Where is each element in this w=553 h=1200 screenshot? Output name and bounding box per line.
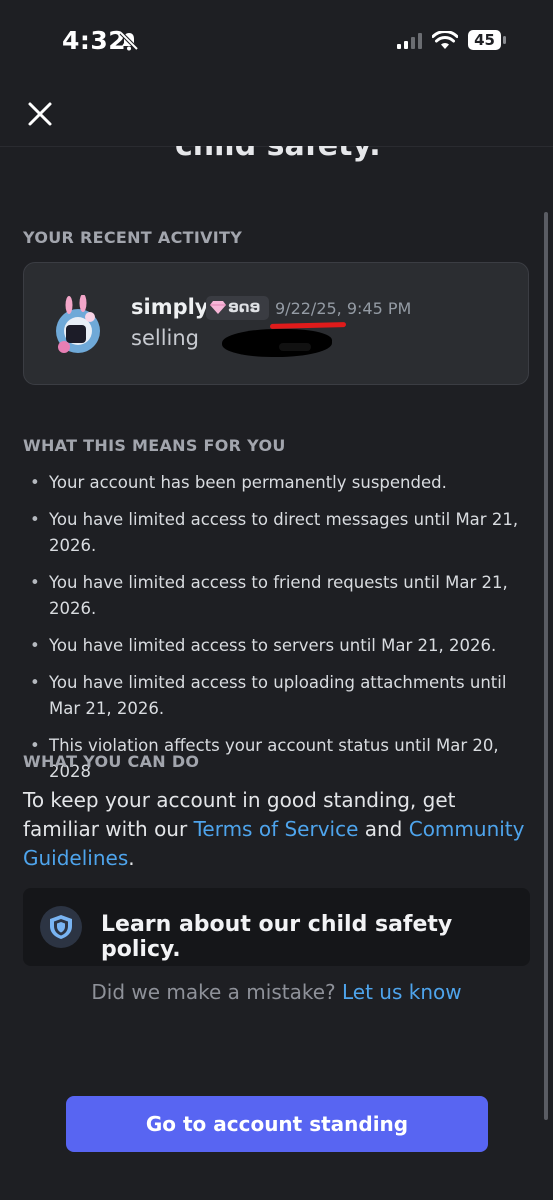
red-underline-mark: [269, 322, 347, 329]
status-time: 4:32: [62, 26, 127, 55]
wifi-icon: [432, 31, 458, 49]
activity-timestamp: 9/22/25, 9:45 PM: [275, 299, 412, 318]
battery-icon: 45: [468, 30, 508, 54]
go-to-account-standing-button[interactable]: Go to account standing: [66, 1096, 488, 1152]
recent-activity-label: YOUR RECENT ACTIVITY: [23, 228, 243, 247]
policy-card-text: Learn about our child safety policy.: [101, 912, 453, 962]
activity-message: selling: [131, 326, 200, 350]
activity-card: simply ອດອ 9/22/25, 9:45 PM selling: [23, 262, 529, 385]
consequence-list: Your account has been permanently suspen…: [23, 470, 538, 796]
server-tag[interactable]: ອດອ: [206, 296, 269, 320]
status-bar: 4:32 45: [0, 0, 553, 80]
list-item: Your account has been permanently suspen…: [23, 470, 538, 496]
bell-slash-icon: [119, 31, 139, 51]
activity-username[interactable]: simply: [131, 295, 209, 319]
list-item: You have limited access to friend reques…: [23, 570, 538, 622]
cut-off-heading: child safety.: [0, 146, 553, 166]
battery-level: 45: [474, 31, 495, 49]
mistake-prompt: Did we make a mistake? Let us know: [0, 980, 553, 1004]
terms-of-service-link[interactable]: Terms of Service: [194, 817, 359, 841]
mistake-question: Did we make a mistake?: [91, 980, 342, 1004]
guidance-text: To keep your account in good standing, g…: [23, 786, 528, 873]
what-you-can-do-label: WHAT YOU CAN DO: [23, 752, 200, 771]
redaction-scribble-tail: [279, 343, 311, 351]
list-item: You have limited access to servers until…: [23, 633, 538, 659]
close-icon[interactable]: [24, 98, 56, 130]
list-item: You have limited access to uploading att…: [23, 670, 538, 722]
cut-heading-text: child safety.: [175, 146, 381, 163]
let-us-know-link[interactable]: Let us know: [342, 980, 462, 1004]
list-item: You have limited access to direct messag…: [23, 507, 538, 559]
gem-icon: [210, 301, 226, 314]
server-tag-text: ອດອ: [228, 298, 261, 316]
redaction-scribble: [222, 329, 332, 357]
shield-icon-badge: [40, 906, 82, 948]
signal-icon: [397, 33, 422, 49]
what-this-means-label: WHAT THIS MEANS FOR YOU: [23, 436, 286, 455]
child-safety-policy-card[interactable]: Learn about our child safety policy.: [23, 888, 530, 966]
avatar: [56, 295, 100, 353]
guidance-and: and: [358, 817, 409, 841]
shield-icon: [50, 915, 72, 939]
guidance-period: .: [128, 846, 135, 870]
